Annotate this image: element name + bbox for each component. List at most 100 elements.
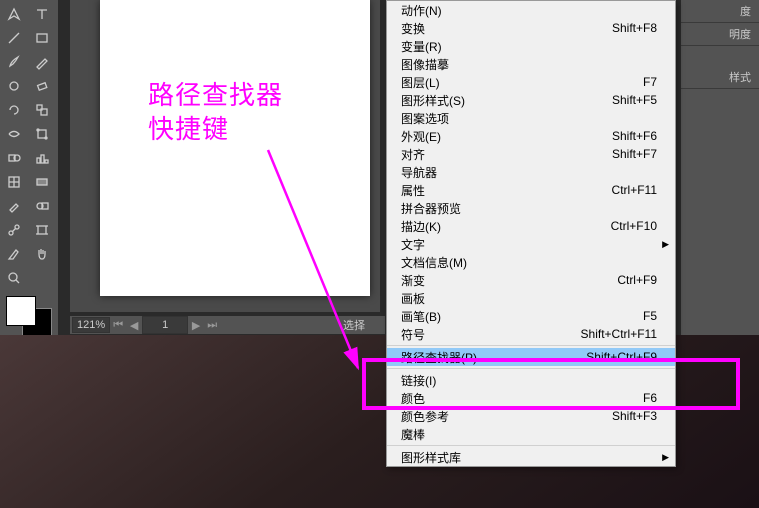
tool-slice[interactable] xyxy=(1,243,27,265)
menu-item[interactable]: 动作(N) xyxy=(387,1,675,19)
tool-blob[interactable] xyxy=(1,75,27,97)
menu-item-label: 画笔(B) xyxy=(401,308,441,325)
menu-separator xyxy=(387,345,675,346)
tool-rotate[interactable] xyxy=(1,99,27,121)
menu-item[interactable]: 渐变Ctrl+F9 xyxy=(387,271,675,289)
menu-item-shortcut: Shift+Ctrl+F9 xyxy=(586,350,657,364)
tool-shape[interactable] xyxy=(1,147,27,169)
menu-item[interactable]: 链接(I) xyxy=(387,371,675,389)
zoom-level[interactable]: 121% xyxy=(72,317,110,333)
toolbox xyxy=(0,0,58,337)
tool-blend[interactable] xyxy=(29,195,55,217)
nav-next-icon[interactable]: ▶ xyxy=(189,318,203,332)
menu-item-label: 渐变 xyxy=(401,272,425,289)
tool-hand[interactable] xyxy=(29,243,55,265)
panels-dock: 度 明度 样式 xyxy=(681,0,759,335)
tool-mesh[interactable] xyxy=(1,171,27,193)
menu-item-shortcut: Shift+F5 xyxy=(612,93,657,107)
menu-item-shortcut: Shift+F7 xyxy=(612,147,657,161)
menu-item-label: 拼合器预览 xyxy=(401,200,461,217)
menu-item[interactable]: 拼合器预览 xyxy=(387,199,675,217)
menu-item-label: 画板 xyxy=(401,290,425,307)
menu-item[interactable]: 图层(L) F7 xyxy=(387,73,675,91)
menu-item-label: 导航器 xyxy=(401,164,437,181)
tool-gradient[interactable] xyxy=(29,171,55,193)
menu-item-shortcut: F7 xyxy=(643,75,657,89)
panel-item[interactable]: 度 xyxy=(681,0,759,23)
menu-item-shortcut: Shift+F6 xyxy=(612,129,657,143)
menu-item-label: 魔棒 xyxy=(401,426,425,443)
tool-rect[interactable] xyxy=(29,27,55,49)
submenu-arrow-icon: ▶ xyxy=(662,452,669,463)
tool-graph[interactable] xyxy=(29,147,55,169)
menu-item[interactable]: 魔棒 xyxy=(387,425,675,443)
menu-item-label: 变量(R) xyxy=(401,38,442,55)
artboard[interactable] xyxy=(100,0,370,296)
tool-scale[interactable] xyxy=(29,99,55,121)
menu-separator xyxy=(387,445,675,446)
color-swatches[interactable] xyxy=(0,294,56,338)
tool-pen[interactable] xyxy=(1,3,27,25)
tool-eyedrop[interactable] xyxy=(1,195,27,217)
tool-type[interactable] xyxy=(29,3,55,25)
submenu-arrow-icon: ▶ xyxy=(662,239,669,250)
menu-item[interactable]: 属性 Ctrl+F11 xyxy=(387,181,675,199)
canvas-area xyxy=(70,0,380,312)
tool-brush[interactable] xyxy=(1,51,27,73)
menu-item[interactable]: 图形样式库▶ xyxy=(387,448,675,466)
tool-free[interactable] xyxy=(29,123,55,145)
menu-item[interactable]: 画板 xyxy=(387,289,675,307)
menu-item-label: 颜色 xyxy=(401,390,425,407)
tool-symbol[interactable] xyxy=(1,219,27,241)
menu-item[interactable]: 导航器 xyxy=(387,163,675,181)
menu-item[interactable]: 符号Shift+Ctrl+F11 xyxy=(387,325,675,343)
menu-item[interactable]: 对齐 Shift+F7 xyxy=(387,145,675,163)
menu-item[interactable]: 路径查找器(P)Shift+Ctrl+F9 xyxy=(387,348,675,366)
menu-item[interactable]: 外观(E)Shift+F6 xyxy=(387,127,675,145)
menu-item-label: 文字 xyxy=(401,236,425,253)
tool-zoom[interactable] xyxy=(1,267,27,289)
tool-width[interactable] xyxy=(1,123,27,145)
tool-eraser[interactable] xyxy=(29,75,55,97)
menu-item[interactable]: 图案选项 xyxy=(387,109,675,127)
menu-item-label: 链接(I) xyxy=(401,372,436,389)
nav-prev-icon[interactable]: ◀ xyxy=(127,318,141,332)
menu-item-shortcut: F6 xyxy=(643,391,657,405)
tool-artboard[interactable] xyxy=(29,219,55,241)
panel-item[interactable]: 明度 xyxy=(681,23,759,46)
menu-item[interactable]: 描边(K) Ctrl+F10 xyxy=(387,217,675,235)
menu-item-shortcut: F5 xyxy=(643,309,657,323)
menu-item[interactable]: 变换 Shift+F8 xyxy=(387,19,675,37)
menu-item[interactable]: 文字 ▶ xyxy=(387,235,675,253)
menu-item[interactable]: 颜色 F6 xyxy=(387,389,675,407)
menu-item[interactable]: 变量(R) xyxy=(387,37,675,55)
menu-item-label: 属性 xyxy=(401,182,425,199)
annotation-line1: 路径查找器 xyxy=(148,78,283,112)
menu-item-shortcut: Ctrl+F10 xyxy=(611,219,657,233)
menu-item-label: 图形样式(S) xyxy=(401,92,465,109)
menu-item-shortcut: Shift+F8 xyxy=(612,21,657,35)
menu-item-shortcut: Ctrl+F11 xyxy=(612,183,657,197)
menu-item[interactable]: 颜色参考Shift+F3 xyxy=(387,407,675,425)
menu-item-label: 图案选项 xyxy=(401,110,449,127)
panel-item[interactable]: 样式 xyxy=(681,66,759,89)
menu-item-shortcut: Shift+Ctrl+F11 xyxy=(581,327,657,341)
nav-last-icon[interactable]: ⏭ xyxy=(205,318,219,332)
menu-item[interactable]: 图像描摹 xyxy=(387,55,675,73)
menu-item-label: 描边(K) xyxy=(401,218,441,235)
menu-item-label: 图层(L) xyxy=(401,74,440,91)
menu-item[interactable]: 图形样式(S) Shift+F5 xyxy=(387,91,675,109)
tool-pencil[interactable] xyxy=(29,51,55,73)
tool-line[interactable] xyxy=(1,27,27,49)
menu-separator xyxy=(387,368,675,369)
window-menu: 动作(N)变换 Shift+F8 变量(R)图像描摹图层(L) F7 图形样式(S) Sh… xyxy=(386,0,676,467)
menu-item[interactable]: 画笔(B) F5 xyxy=(387,307,675,325)
menu-item-label: 文档信息(M) xyxy=(401,254,467,271)
fill-swatch[interactable] xyxy=(6,296,36,326)
menu-item-label: 颜色参考 xyxy=(401,408,449,425)
menu-item-label: 对齐 xyxy=(401,146,425,163)
menu-item[interactable]: 文档信息(M) xyxy=(387,253,675,271)
menu-item-label: 变换 xyxy=(401,20,425,37)
page-input[interactable] xyxy=(142,316,188,334)
nav-first-icon[interactable]: ⏮ xyxy=(111,318,125,332)
